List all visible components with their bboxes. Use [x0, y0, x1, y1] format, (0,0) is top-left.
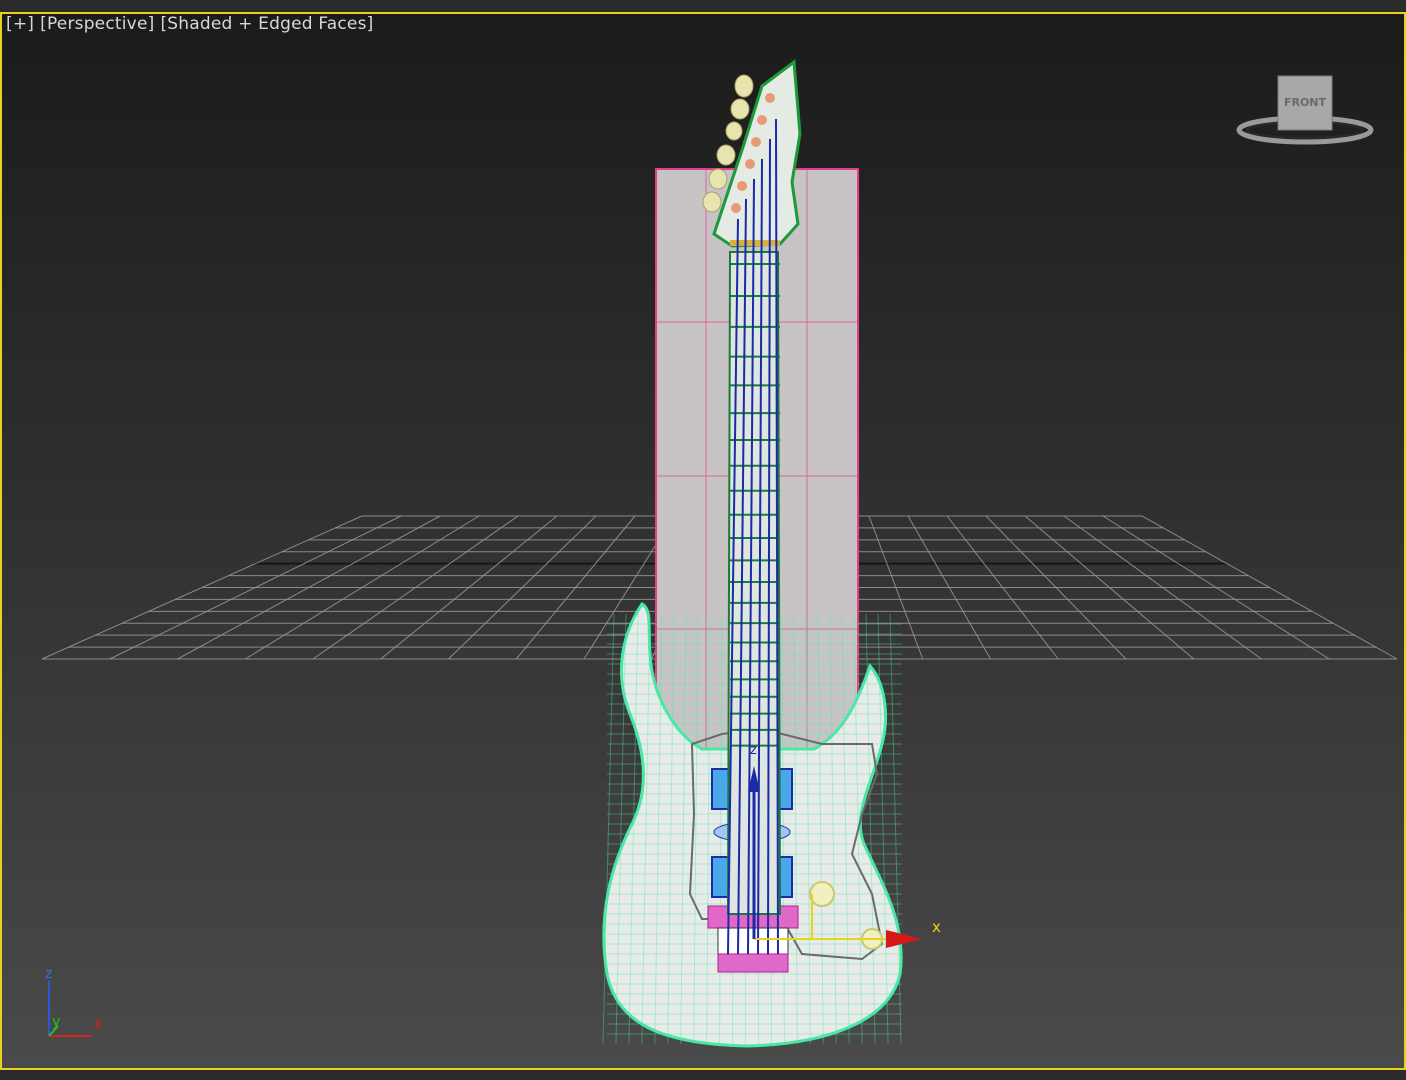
svg-text:z: z — [45, 966, 52, 982]
perspective-viewport[interactable]: [+] [Perspective] [Shaded + Edged Faces] — [0, 12, 1406, 1070]
gizmo-x-label: x — [932, 918, 941, 936]
volume-knob — [809, 881, 835, 907]
scene-canvas[interactable]: x z — [2, 14, 1404, 1068]
svg-text:y: y — [52, 1014, 60, 1030]
gizmo-x-arrow — [886, 930, 922, 948]
world-axis-tripod: z y x — [45, 966, 102, 1037]
gizmo-z-label: z — [750, 743, 757, 758]
viewcube-front-label: FRONT — [1284, 96, 1327, 109]
viewcube[interactable]: FRONT — [1230, 72, 1380, 152]
svg-text:x: x — [94, 1016, 102, 1032]
